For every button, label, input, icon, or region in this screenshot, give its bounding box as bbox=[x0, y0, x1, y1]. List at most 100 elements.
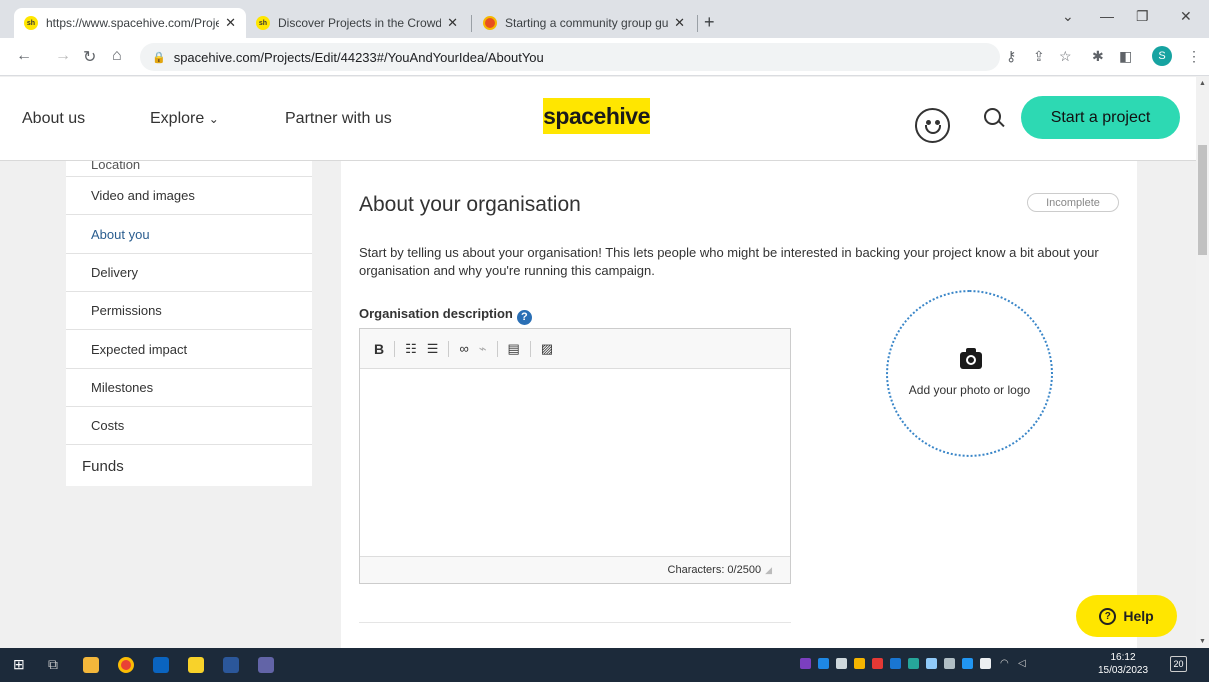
sidebar-item-costs[interactable]: Costs bbox=[66, 407, 312, 445]
battery-tray-icon[interactable] bbox=[980, 658, 991, 669]
help-question-icon: ? bbox=[1099, 607, 1117, 625]
nav-explore[interactable]: Explore ⌄ bbox=[150, 110, 219, 128]
link-icon[interactable]: ∞ bbox=[459, 341, 468, 356]
section-divider bbox=[359, 622, 791, 623]
spacehive-favicon-icon: sh bbox=[24, 16, 38, 30]
tab-community-group-guide[interactable]: Starting a community group guid ✕ bbox=[473, 8, 695, 38]
tab-search-chevron-icon[interactable]: ⌄ bbox=[1062, 8, 1074, 25]
wifi-icon[interactable]: ◠ bbox=[1000, 658, 1011, 669]
start-project-button[interactable]: Start a project bbox=[1021, 96, 1180, 139]
tab-discover-projects[interactable]: sh Discover Projects in the Crowdfu ✕ bbox=[246, 8, 468, 38]
file-explorer-icon[interactable] bbox=[83, 657, 99, 673]
search-icon[interactable] bbox=[984, 108, 1001, 125]
editor-footer: Characters: 0/2500 ◢ bbox=[360, 556, 790, 583]
new-tab-icon[interactable]: + bbox=[704, 12, 715, 33]
editor-toolbar: B ☷ ☰ ∞ ⌁ ▤ ▨ bbox=[360, 329, 790, 369]
tray-app-icon[interactable] bbox=[818, 658, 829, 669]
tray-app-icon[interactable] bbox=[944, 658, 955, 669]
reload-icon[interactable]: ↻ bbox=[83, 47, 96, 67]
back-arrow-icon[interactable]: ← bbox=[16, 47, 32, 65]
system-clock[interactable]: 16:12 15/03/2023 bbox=[1097, 651, 1149, 677]
word-icon[interactable] bbox=[223, 657, 239, 673]
minimize-icon[interactable]: — bbox=[1100, 8, 1114, 24]
tray-app-icon[interactable] bbox=[836, 658, 847, 669]
tab-title: Starting a community group guid bbox=[505, 16, 669, 30]
about-organisation-card: About your organisation Incomplete Start… bbox=[341, 161, 1137, 648]
chrome-icon[interactable] bbox=[118, 657, 134, 673]
site-header: About us Explore ⌄ Partner with us space… bbox=[0, 77, 1196, 161]
bookmark-star-icon[interactable]: ☆ bbox=[1059, 48, 1072, 65]
scroll-up-arrow-icon[interactable]: ▲ bbox=[1199, 80, 1206, 87]
close-tab-icon[interactable]: ✕ bbox=[447, 15, 458, 31]
close-tab-icon[interactable]: ✕ bbox=[674, 15, 685, 31]
sticky-notes-icon[interactable] bbox=[188, 657, 204, 673]
address-bar[interactable]: 🔒 spacehive.com/Projects/Edit/44233#/You… bbox=[140, 43, 1000, 71]
windows-start-icon[interactable]: ⊞ bbox=[13, 656, 29, 672]
restore-icon[interactable]: ❐ bbox=[1136, 8, 1149, 25]
sidebar-item-location[interactable]: Location bbox=[91, 161, 140, 172]
home-icon[interactable]: ⌂ bbox=[112, 47, 122, 65]
scroll-down-arrow-icon[interactable]: ▼ bbox=[1199, 638, 1206, 645]
side-panel-icon[interactable]: ◧ bbox=[1119, 48, 1132, 65]
paste-icon[interactable]: ▤ bbox=[508, 341, 520, 357]
nav-about-us[interactable]: About us bbox=[22, 110, 85, 128]
close-tab-icon[interactable]: ✕ bbox=[225, 15, 236, 31]
extensions-icon[interactable]: ✱ bbox=[1092, 48, 1104, 65]
resize-handle-icon[interactable]: ◢ bbox=[765, 565, 772, 576]
bold-icon[interactable]: B bbox=[374, 341, 384, 357]
sidebar-item-video-and-images[interactable]: Video and images bbox=[66, 177, 312, 215]
menu-dots-icon[interactable]: ⋮ bbox=[1187, 48, 1201, 65]
field-label-text: Organisation description bbox=[359, 306, 513, 321]
close-window-icon[interactable]: ✕ bbox=[1180, 8, 1192, 25]
nav-partner-with-us[interactable]: Partner with us bbox=[285, 110, 392, 128]
url-text: spacehive.com/Projects/Edit/44233#/YouAn… bbox=[173, 49, 544, 65]
teams-icon[interactable] bbox=[258, 657, 274, 673]
numbered-list-icon[interactable]: ☰ bbox=[427, 341, 439, 357]
organisation-description-editor: B ☷ ☰ ∞ ⌁ ▤ ▨ Characters: 0/2500 ◢ bbox=[359, 328, 791, 584]
profile-avatar[interactable]: S bbox=[1152, 46, 1172, 66]
tab-title: Discover Projects in the Crowdfu bbox=[278, 16, 442, 30]
share-icon[interactable]: ⇪ bbox=[1033, 48, 1045, 65]
bluetooth-tray-icon[interactable] bbox=[962, 658, 973, 669]
scrollbar-thumb[interactable] bbox=[1198, 145, 1207, 255]
tray-app-icon[interactable] bbox=[908, 658, 919, 669]
unlink-icon[interactable]: ⌁ bbox=[479, 341, 487, 357]
image-icon[interactable]: ▨ bbox=[541, 341, 553, 357]
onedrive-tray-icon[interactable] bbox=[926, 658, 937, 669]
task-view-icon[interactable]: ⧉ bbox=[48, 656, 64, 672]
spacehive-favicon-icon: sh bbox=[256, 16, 270, 30]
sidebar-item-about-you[interactable]: About you bbox=[66, 216, 312, 254]
community-favicon-icon bbox=[483, 16, 497, 30]
outlook-icon[interactable] bbox=[153, 657, 169, 673]
camera-icon bbox=[960, 348, 982, 369]
intro-text: Start by telling us about your organisat… bbox=[359, 245, 1099, 278]
user-smiley-icon[interactable] bbox=[915, 108, 950, 143]
outlook-tray-icon[interactable] bbox=[890, 658, 901, 669]
tab-separator bbox=[471, 15, 472, 32]
key-icon[interactable]: ⚷ bbox=[1006, 48, 1016, 65]
edit-sections-sidebar: Location Video and images About you Deli… bbox=[66, 161, 312, 486]
sidebar-item-milestones[interactable]: Milestones bbox=[66, 369, 312, 407]
shield-tray-icon[interactable] bbox=[872, 658, 883, 669]
help-question-icon[interactable]: ? bbox=[516, 310, 532, 325]
forward-arrow-icon[interactable]: → bbox=[55, 47, 71, 65]
help-button[interactable]: ? Help bbox=[1076, 595, 1177, 637]
lock-icon: 🔒 bbox=[152, 51, 166, 64]
windows-taskbar: ⊞ ⧉ ◠ ◁ 16:12 15/03/2023 20 bbox=[0, 648, 1209, 682]
description-textarea[interactable] bbox=[360, 369, 790, 556]
onenote-tray-icon[interactable] bbox=[800, 658, 811, 669]
mail-tray-icon[interactable] bbox=[854, 658, 865, 669]
sidebar-section-funds[interactable]: Funds bbox=[82, 458, 124, 475]
sidebar-item-permissions[interactable]: Permissions bbox=[66, 292, 312, 330]
sidebar-item-expected-impact[interactable]: Expected impact bbox=[66, 331, 312, 369]
volume-icon[interactable]: ◁ bbox=[1018, 658, 1029, 669]
help-label: Help bbox=[1123, 608, 1154, 624]
clock-date: 15/03/2023 bbox=[1097, 665, 1149, 676]
bullet-list-icon[interactable]: ☷ bbox=[405, 341, 417, 357]
browser-toolbar: ← → ↻ ⌂ 🔒 spacehive.com/Projects/Edit/44… bbox=[0, 38, 1209, 76]
sidebar-item-delivery[interactable]: Delivery bbox=[66, 254, 312, 292]
spacehive-logo[interactable]: spacehive bbox=[543, 98, 650, 134]
photo-upload-dropzone[interactable]: Add your photo or logo bbox=[886, 290, 1053, 457]
tab-spacehive-edit[interactable]: sh https://www.spacehive.com/Proje ✕ bbox=[14, 8, 246, 38]
notification-center-icon[interactable]: 20 bbox=[1170, 656, 1187, 672]
